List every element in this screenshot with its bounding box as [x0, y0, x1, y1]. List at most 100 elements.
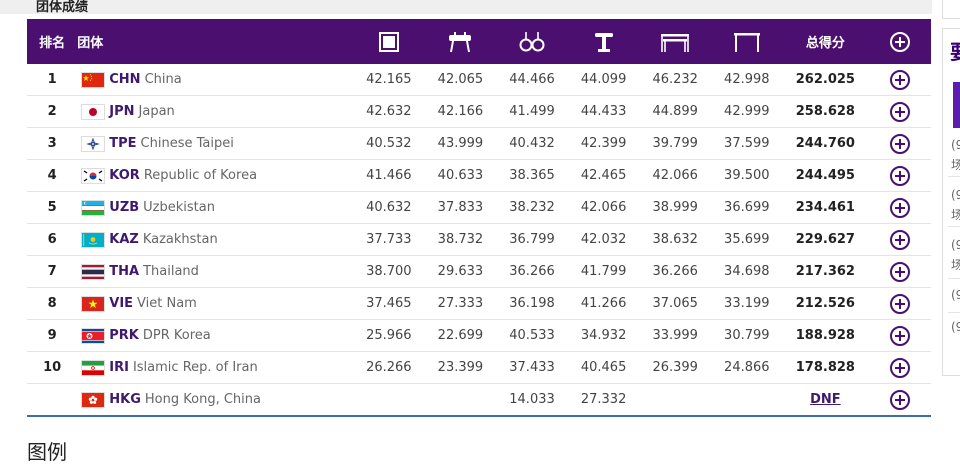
- side-panel-item[interactable]: (9: [951, 188, 960, 202]
- side-panel-divider: [948, 226, 960, 227]
- table-row[interactable]: 3 TPE Chinese Taipei 40.532 43.999 40.432…: [27, 127, 931, 160]
- table-row[interactable]: 4 KOR Republic of Korea 41.466 40.633 38.…: [27, 159, 931, 192]
- score-cell: 34.698: [711, 255, 783, 288]
- rank-cell: 5: [27, 191, 78, 224]
- expand-row-cell: [868, 255, 931, 288]
- noc-code: KAZ: [109, 232, 139, 247]
- score-cell: 38.999: [639, 191, 711, 224]
- table-row[interactable]: 5 UZB Uzbekistan 40.632 37.833 38.232 42.…: [27, 191, 931, 224]
- team-cell: VIE Viet Nam: [77, 287, 354, 320]
- country-name: China: [144, 72, 182, 87]
- score-cell: 37.833: [424, 191, 497, 224]
- side-panel-divider: [948, 312, 960, 313]
- parallel-bars-column-header: [639, 19, 711, 64]
- score-cell: 42.065: [424, 64, 497, 96]
- expand-row-cell: [868, 127, 931, 160]
- score-cell: 42.066: [567, 191, 640, 224]
- team-cell: IRI Islamic Rep. of Iran: [77, 351, 354, 384]
- expand-plus-icon[interactable]: [889, 293, 910, 314]
- country-name: DPR Korea: [142, 328, 211, 343]
- score-cell: 27.332: [567, 383, 640, 417]
- rank-cell: 4: [27, 159, 78, 192]
- section-title: 团体成绩: [36, 0, 89, 15]
- noc-code: TPE: [109, 136, 137, 151]
- vault-icon: [594, 32, 613, 52]
- country-name: Hong Kong, China: [144, 392, 261, 407]
- score-cell: 36.266: [639, 255, 711, 288]
- expand-plus-icon[interactable]: [889, 229, 910, 250]
- score-cell: 38.700: [353, 255, 425, 288]
- side-panel-item[interactable]: (9: [951, 138, 960, 152]
- side-panel-item[interactable]: (9: [951, 238, 960, 252]
- score-cell: 14.033: [496, 383, 568, 417]
- expand-plus-icon[interactable]: [889, 261, 910, 282]
- score-cell: 42.998: [711, 64, 783, 96]
- expand-row-cell: [868, 223, 931, 256]
- side-panel-accent-bar: [953, 82, 960, 128]
- expand-all-plus-icon[interactable]: [889, 31, 910, 52]
- total-score-cell: 244.495: [782, 159, 869, 192]
- rank-cell: 7: [27, 255, 78, 288]
- vault-column-header: [567, 19, 640, 64]
- expand-plus-icon[interactable]: [889, 101, 910, 122]
- score-cell: 36.198: [496, 287, 568, 320]
- side-panel-item[interactable]: (9: [951, 288, 960, 302]
- section-header-band: [0, 0, 932, 14]
- uzbekistan-flag-icon: [81, 199, 106, 216]
- table-row[interactable]: 6 KAZ Kazakhstan 37.733 38.732 36.799 42.…: [27, 223, 931, 256]
- table-row[interactable]: 8 VIE Viet Nam 37.465 27.333 36.198 41.26…: [27, 287, 931, 320]
- score-cell: 40.632: [353, 191, 425, 224]
- china-flag-icon: [81, 71, 106, 88]
- table-row[interactable]: 9 PRK DPR Korea 25.966 22.699 40.533 34.9…: [27, 319, 931, 352]
- score-cell: 38.732: [424, 223, 497, 256]
- team-cell: PRK DPR Korea: [77, 319, 354, 352]
- expand-plus-icon[interactable]: [889, 389, 910, 410]
- country-name: Republic of Korea: [143, 168, 258, 183]
- score-cell: 27.333: [424, 287, 497, 320]
- noc-code: JPN: [109, 104, 135, 119]
- score-cell: 30.799: [711, 319, 783, 352]
- total-score-cell: 188.928: [782, 319, 869, 352]
- side-panel-item[interactable]: 场: [951, 156, 960, 173]
- team-cell: KOR Republic of Korea: [77, 159, 354, 192]
- horizontal-bar-icon: [733, 32, 760, 52]
- side-panel-item[interactable]: 场: [951, 256, 960, 273]
- rank-cell: 8: [27, 287, 78, 320]
- table-row[interactable]: 1 CHN China 42.165 42.065 44.466 44.099 4…: [27, 64, 931, 96]
- rank-cell: 6: [27, 223, 78, 256]
- expand-plus-icon[interactable]: [889, 69, 910, 90]
- total-score-cell: 258.628: [782, 95, 869, 128]
- expand-plus-icon[interactable]: [889, 197, 910, 218]
- score-cell: 40.633: [424, 159, 497, 192]
- side-panel-item[interactable]: 场: [951, 206, 960, 223]
- table-row[interactable]: 7 THA Thailand 38.700 29.633 36.266 41.79…: [27, 255, 931, 288]
- side-panel-item[interactable]: (9: [951, 320, 960, 334]
- score-cell: 37.065: [639, 287, 711, 320]
- kazakhstan-flag-icon: [81, 231, 106, 248]
- score-cell: [424, 383, 497, 417]
- score-cell: 40.432: [496, 127, 568, 160]
- total-score-cell: 178.828: [782, 351, 869, 384]
- team-cell: JPN Japan: [77, 95, 354, 128]
- team-cell: HKG Hong Kong, China: [77, 383, 354, 417]
- team-cell: CHN China: [77, 64, 354, 96]
- rank-cell: 1: [27, 64, 78, 96]
- table-row[interactable]: 10 IRI Islamic Rep. of Iran 26.266 23.399…: [27, 351, 931, 384]
- chinese-taipei-flag-icon: [81, 135, 106, 152]
- vietnam-flag-icon: [81, 295, 106, 312]
- score-cell: 42.999: [711, 95, 783, 128]
- score-cell: 40.532: [353, 127, 425, 160]
- score-cell: [353, 383, 425, 417]
- score-cell: 40.533: [496, 319, 568, 352]
- dnf-link[interactable]: DNF: [810, 392, 841, 407]
- expand-plus-icon[interactable]: [889, 133, 910, 154]
- expand-plus-icon[interactable]: [889, 165, 910, 186]
- side-panel-divider: [948, 278, 960, 279]
- table-row[interactable]: 2 JPN Japan 42.632 42.166 41.499 44.433 4…: [27, 95, 931, 128]
- side-panel-top-box: [942, 0, 960, 19]
- floor-exercise-icon: [378, 31, 399, 52]
- table-row[interactable]: HKG Hong Kong, China 14.033 27.332 DNF: [27, 383, 931, 417]
- expand-plus-icon[interactable]: [889, 325, 910, 346]
- table-header-row: 排名 团体 总得分: [27, 19, 931, 64]
- expand-plus-icon[interactable]: [889, 357, 910, 378]
